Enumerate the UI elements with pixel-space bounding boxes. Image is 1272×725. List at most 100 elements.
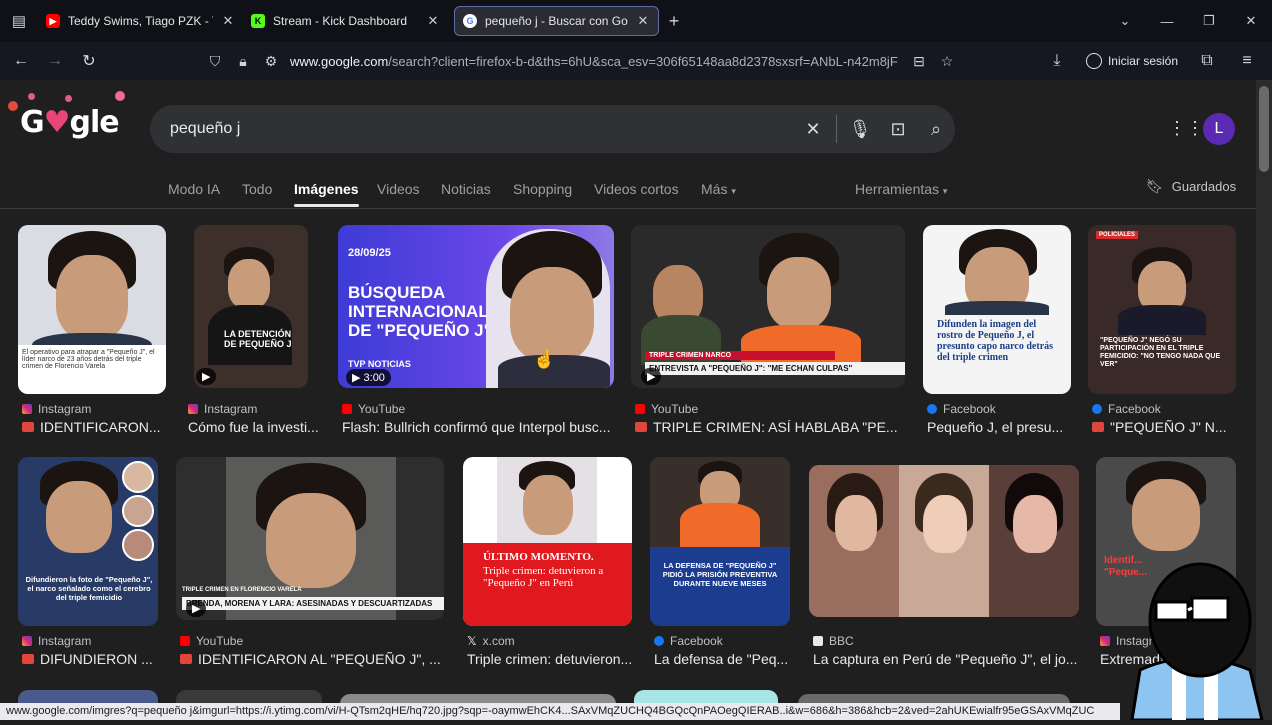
status-bar-url: www.google.com/imgres?q=pequeño j&imgurl… (0, 703, 1120, 720)
bookmark-star-icon[interactable]: ☆ (938, 53, 956, 70)
result-caption[interactable]: Cómo fue la investi... (188, 419, 324, 435)
tab-videos-cortos[interactable]: Videos cortos (594, 181, 679, 197)
back-icon[interactable]: ← (4, 42, 38, 80)
source-label[interactable]: Instagram (22, 402, 91, 416)
facebook-icon (927, 404, 937, 414)
saved-button[interactable]: 🔖︎ Guardados (1146, 178, 1236, 195)
address-bar[interactable]: ⛉ 🔒︎ ⚙ www.google.com/search?client=fire… (206, 46, 966, 76)
chevron-down-icon[interactable]: ⌄ (1104, 13, 1146, 29)
image-result[interactable]: Difunden la imagen del rostro de Pequeño… (923, 225, 1071, 440)
image-result[interactable]: POLICIALES "PEQUEÑO J" NEGÓ SU PARTICIPA… (1088, 225, 1236, 440)
result-caption[interactable]: Pequeño J, el presu... (927, 419, 1071, 435)
avatar[interactable]: L (1203, 113, 1235, 145)
result-thumbnail[interactable]: 28/09/25 BÚSQUEDA INTERNACIONAL DE "PEQU… (338, 225, 614, 388)
tab-shopping[interactable]: Shopping (513, 181, 572, 197)
lock-icon[interactable]: 🔒︎ (234, 53, 252, 70)
search-icon[interactable]: ⌕ (917, 119, 955, 140)
google-doodle-logo[interactable]: G♥gle (8, 91, 125, 140)
result-thumbnail[interactable]: LA DETENCIÓN DE PEQUEÑO J (194, 225, 308, 388)
image-result[interactable]: ÚLTIMO MOMENTO. Triple crimen: detuviero… (463, 457, 633, 672)
tab-imagenes[interactable]: Imágenes (294, 181, 359, 207)
signin-button[interactable]: Iniciar sesión (1080, 53, 1184, 69)
tab-list-icon[interactable]: ▤ (0, 0, 38, 42)
source-label[interactable]: Instagram (22, 634, 91, 648)
result-caption[interactable]: TRIPLE CRIMEN: ASÍ HABLABA "PE... (635, 419, 907, 435)
result-thumbnail[interactable]: LA DEFENSA DE "PEQUEÑO J" PIDIÓ LA PRISI… (650, 457, 790, 626)
close-tab-icon[interactable]: ✕ (221, 13, 235, 29)
download-icon[interactable]: ⤓ (1040, 42, 1074, 80)
result-thumbnail[interactable]: TRIPLE CRIMEN NARCO ENTREVISTA A "PEQUEÑ… (631, 225, 905, 388)
forward-icon[interactable]: → (38, 42, 72, 80)
source-label[interactable]: Facebook (654, 634, 723, 648)
close-tab-icon[interactable]: ✕ (636, 13, 650, 29)
source-label[interactable]: Facebook (927, 402, 996, 416)
permissions-icon[interactable]: ⚙ (262, 53, 280, 70)
youtube-icon (635, 404, 645, 414)
close-tab-icon[interactable]: ✕ (426, 13, 440, 29)
tab-noticias[interactable]: Noticias (441, 181, 491, 197)
source-label[interactable]: 𝕏x.com (467, 634, 515, 648)
clear-icon[interactable]: ✕ (794, 119, 832, 140)
result-thumbnail[interactable]: POLICIALES "PEQUEÑO J" NEGÓ SU PARTICIPA… (1088, 225, 1236, 394)
result-caption[interactable]: La captura en Perú de "Pequeño J", el jo… (813, 651, 1079, 667)
image-result[interactable]: Difundieron la foto de "Pequeño J", el n… (18, 457, 160, 672)
image-result[interactable]: 28/09/25 BÚSQUEDA INTERNACIONAL DE "PEQU… (338, 225, 614, 440)
browser-tab-kick[interactable]: K Stream - Kick Dashboard ✕ (243, 6, 448, 36)
new-tab-button[interactable]: + (659, 11, 689, 32)
source-label[interactable]: YouTube (342, 402, 405, 416)
tab-todo[interactable]: Todo (242, 181, 272, 197)
siren-icon (22, 422, 34, 432)
result-thumbnail[interactable]: ÚLTIMO MOMENTO. Triple crimen: detuviero… (463, 457, 632, 626)
window-controls: ⌄ — ❐ ✕ (1104, 0, 1272, 42)
url-text[interactable]: www.google.com/search?client=firefox-b-d… (290, 54, 900, 69)
search-box[interactable]: pequeño j ✕ 🎙︎ ⊡ ⌕ (150, 105, 955, 153)
scrollbar-thumb[interactable] (1259, 86, 1269, 172)
source-label[interactable]: Facebook (1092, 402, 1161, 416)
tools-button[interactable]: Herramientas ▾ (855, 181, 947, 197)
result-caption[interactable]: IDENTIFICARON AL "PEQUEÑO J", ... (180, 651, 446, 667)
streamer-mascot-overlay (1112, 550, 1272, 722)
tab-mas[interactable]: Más ▾ (701, 181, 736, 197)
reader-view-icon[interactable]: ⊟ (910, 53, 928, 70)
microphone-icon[interactable]: 🎙︎ (841, 119, 879, 140)
tab-modo-ia[interactable]: Modo IA (168, 181, 220, 197)
result-caption[interactable]: IDENTIFICARON... (22, 419, 166, 435)
lens-icon[interactable]: ⊡ (879, 119, 917, 140)
facebook-icon (654, 636, 664, 646)
reload-icon[interactable]: ↻ (72, 42, 106, 80)
tab-videos[interactable]: Videos (377, 181, 420, 197)
browser-tab-youtube[interactable]: ▶ Teddy Swims, Tiago PZK - The L ✕ (38, 6, 243, 36)
result-caption[interactable]: Flash: Bullrich confirmó que Interpol bu… (342, 419, 614, 435)
minimize-icon[interactable]: — (1146, 14, 1188, 29)
source-label[interactable]: YouTube (180, 634, 243, 648)
result-thumbnail[interactable]: TRIPLE CRIMEN EN FLORENCIO VARELA BRENDA… (176, 457, 444, 620)
search-input[interactable]: pequeño j (150, 120, 794, 138)
image-result[interactable]: TRIPLE CRIMEN NARCO ENTREVISTA A "PEQUEÑ… (631, 225, 907, 440)
result-caption[interactable]: Triple crimen: detuvieron... (467, 651, 633, 667)
maximize-icon[interactable]: ❐ (1188, 13, 1230, 29)
result-caption[interactable]: "PEQUEÑO J" N... (1092, 419, 1236, 435)
result-caption[interactable]: DIFUNDIERON ... (22, 651, 160, 667)
hand-cursor-icon: ☝ (533, 349, 556, 369)
extensions-icon[interactable]: ⧉ (1190, 42, 1224, 80)
browser-tab-google[interactable]: G pequeño j - Buscar con Google ✕ (454, 6, 659, 36)
image-result[interactable]: BBC La captura en Perú de "Pequeño J", e… (809, 457, 1079, 672)
result-thumbnail[interactable]: Difunden la imagen del rostro de Pequeño… (923, 225, 1071, 394)
source-label[interactable]: YouTube (635, 402, 698, 416)
menu-icon[interactable]: ≡ (1230, 42, 1264, 80)
image-result[interactable]: El operativo para atrapar a "Pequeño J",… (18, 225, 166, 440)
image-result[interactable]: LA DEFENSA DE "PEQUEÑO J" PIDIÓ LA PRISI… (650, 457, 792, 672)
image-result[interactable]: LA DETENCIÓN DE PEQUEÑO J ▶ Instagram Có… (184, 225, 324, 440)
source-label[interactable]: BBC (813, 634, 854, 648)
result-thumbnail[interactable]: Difundieron la foto de "Pequeño J", el n… (18, 457, 158, 626)
youtube-icon: ▶ (46, 14, 60, 28)
close-window-icon[interactable]: ✕ (1230, 13, 1272, 29)
result-thumbnail[interactable] (809, 465, 1079, 617)
shield-icon[interactable]: ⛉ (206, 53, 224, 70)
source-label[interactable]: Instagram (188, 402, 257, 416)
kick-icon: K (251, 14, 265, 28)
image-result[interactable]: TRIPLE CRIMEN EN FLORENCIO VARELA BRENDA… (176, 457, 446, 672)
result-thumbnail[interactable]: El operativo para atrapar a "Pequeño J",… (18, 225, 166, 394)
siren-icon (635, 422, 647, 432)
result-caption[interactable]: La defensa de "Peq... (654, 651, 792, 667)
